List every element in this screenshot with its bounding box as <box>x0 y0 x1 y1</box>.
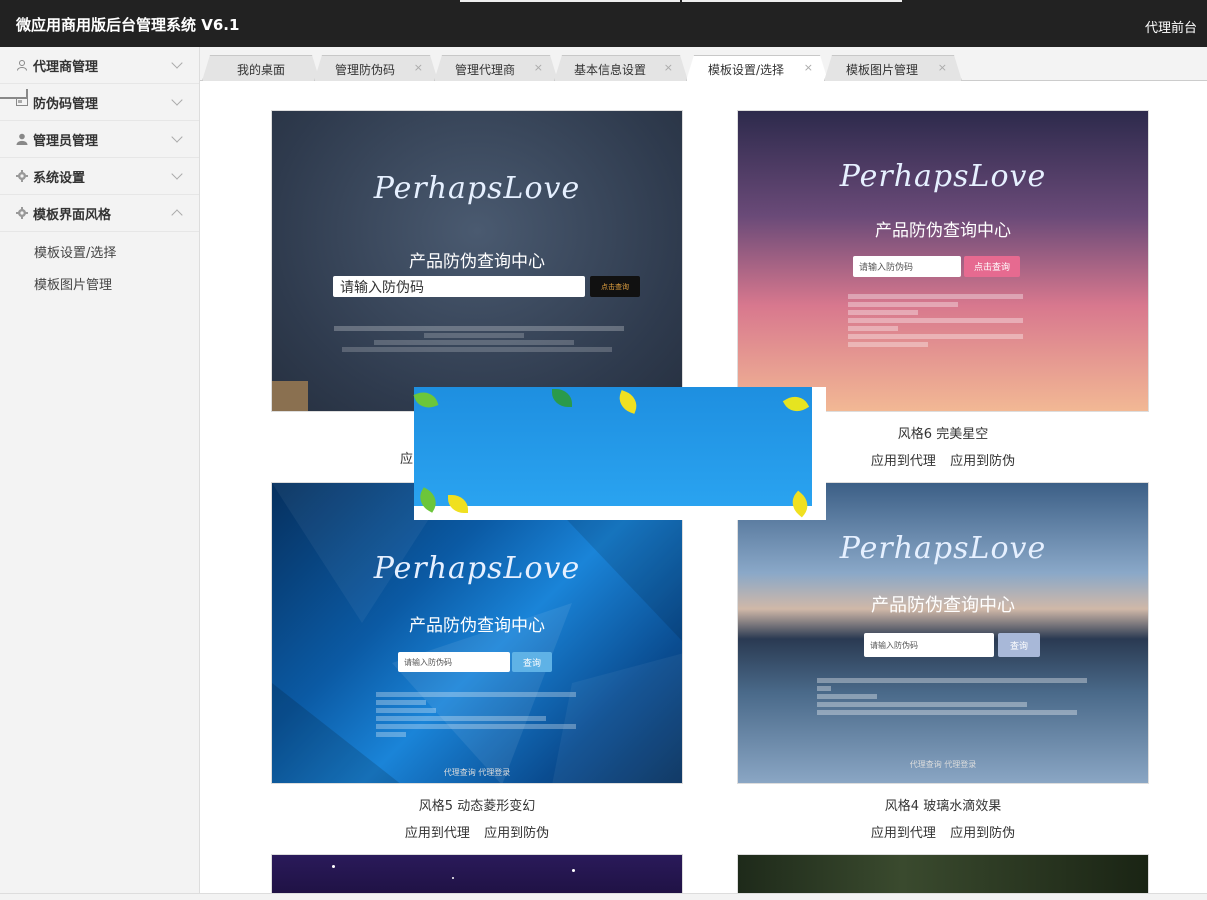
chevron-down-icon <box>171 57 183 69</box>
template-decoration <box>272 381 308 411</box>
tab-label: 基本信息设置 <box>573 63 646 77</box>
template-code-input: 请输入防伪码 <box>853 256 961 277</box>
template-code-input: 请输入防伪码 <box>864 633 994 657</box>
leaf-icon <box>448 495 468 513</box>
submenu-item-template-images[interactable]: 模板图片管理 <box>0 270 199 302</box>
header-accent-line <box>682 0 902 2</box>
template-footer-links: 代理查询 代理登录 <box>443 768 511 777</box>
template-actions: 应用到代理 应用到防伪 <box>271 822 683 841</box>
sidebar-item-admin-management[interactable]: 管理员管理 <box>0 121 199 158</box>
leaf-icon <box>552 389 572 407</box>
tab-template-select[interactable]: 模板设置/选择 × <box>686 55 828 81</box>
template-heading: 产品防伪查询中心 <box>409 252 545 272</box>
sidebar-item-label: 模板界面风格 <box>33 207 112 223</box>
template-description <box>376 689 586 740</box>
close-icon[interactable]: × <box>804 61 813 74</box>
template-code-input: 请输入防伪码 <box>333 276 585 297</box>
card-icon <box>16 96 28 108</box>
template-heading: 产品防伪查询中心 <box>409 616 545 636</box>
tab-template-images[interactable]: 模板图片管理 × <box>824 55 962 81</box>
user-outline-icon <box>16 59 28 71</box>
apply-to-anticounterfeit-link[interactable]: 应用到防伪 <box>484 826 549 841</box>
sidebar-item-label: 系统设置 <box>33 170 86 186</box>
status-strip <box>0 893 1207 900</box>
tab-manage-agents[interactable]: 管理代理商 × <box>434 55 558 81</box>
template-description <box>334 324 634 354</box>
header-accent-line <box>460 0 680 2</box>
tab-bar: 我的桌面 管理防伪码 × 管理代理商 × 基本信息设置 × 模板设置/选择 × … <box>200 47 1207 81</box>
agent-front-link[interactable]: 代理前台 <box>1145 17 1197 36</box>
apply-to-agent-link[interactable]: 应用到代理 <box>405 826 470 841</box>
leaf-icon <box>413 388 439 412</box>
tab-label: 管理防伪码 <box>334 63 395 77</box>
tab-label: 我的桌面 <box>236 63 285 77</box>
template-query-button: 查询 <box>512 652 552 672</box>
leaf-icon <box>782 391 810 417</box>
template-description <box>848 291 1038 350</box>
tab-label: 管理代理商 <box>454 63 515 77</box>
template-heading: 产品防伪查询中心 <box>871 595 1015 616</box>
apply-to-agent-link[interactable]: 应用到代理 <box>871 826 936 841</box>
template-logo: PerhapsLove <box>373 551 581 586</box>
sidebar-item-code-management[interactable]: 防伪码管理 <box>0 84 199 121</box>
template-preview[interactable]: PerhapsLove 产品防伪查询中心 请输入防伪码 点击查询 <box>271 110 683 412</box>
chevron-down-icon <box>171 131 183 143</box>
chevron-down-icon <box>171 94 183 106</box>
sidebar-item-agent-management[interactable]: 代理商管理 <box>0 47 199 84</box>
template-actions: 应用到代理 应用到防伪 <box>737 822 1149 841</box>
template-caption-partial: 应 <box>400 452 414 467</box>
close-icon[interactable]: × <box>414 61 423 74</box>
template-caption: 风格5 动态菱形变幻 <box>418 799 536 814</box>
sidebar: 代理商管理 防伪码管理 管理员管理 系统设置 模板界面风格 模板设置/选择 模板… <box>0 47 200 900</box>
sidebar-item-label: 管理员管理 <box>33 133 99 149</box>
template-query-button: 点击查询 <box>964 256 1020 277</box>
floating-preview-banner <box>413 387 826 520</box>
template-description <box>817 675 1097 718</box>
chevron-up-icon <box>171 209 183 221</box>
template-preview[interactable]: PerhapsLove 产品防伪查询中心 请输入防伪码 查询 代理查询 代理登录 <box>271 482 683 784</box>
close-icon[interactable]: × <box>664 61 673 74</box>
tab-label: 模板图片管理 <box>845 63 918 77</box>
tab-basic-info-settings[interactable]: 基本信息设置 × <box>554 55 688 81</box>
tab-label: 模板设置/选择 <box>707 63 785 77</box>
template-preview[interactable]: PerhapsLove 产品防伪查询中心 请输入防伪码 点击查询 <box>737 110 1149 412</box>
apply-to-agent-link[interactable]: 应用到代理 <box>871 454 936 469</box>
apply-to-anticounterfeit-link[interactable]: 应用到防伪 <box>950 826 1015 841</box>
close-icon[interactable]: × <box>938 61 947 74</box>
submenu-item-template-select[interactable]: 模板设置/选择 <box>0 238 199 270</box>
template-logo: PerhapsLove <box>839 531 1047 566</box>
template-query-button: 查询 <box>998 633 1040 657</box>
top-header-bar: 微应用商用版后台管理系统 V6.1 代理前台 <box>0 0 1207 47</box>
template-heading: 产品防伪查询中心 <box>875 221 1011 241</box>
apply-to-anticounterfeit-link[interactable]: 应用到防伪 <box>950 454 1015 469</box>
sidebar-item-system-settings[interactable]: 系统设置 <box>0 158 199 195</box>
sidebar-item-template-style[interactable]: 模板界面风格 <box>0 195 199 232</box>
leaf-icon <box>786 490 814 518</box>
leaf-icon <box>414 487 442 513</box>
template-footer-links: 代理查询 代理登录 <box>909 760 977 769</box>
chevron-down-icon <box>171 168 183 180</box>
app-title: 微应用商用版后台管理系统 V6.1 <box>16 16 240 34</box>
leaf-icon <box>615 390 641 414</box>
template-code-input: 请输入防伪码 <box>398 652 510 672</box>
template-logo: PerhapsLove <box>839 159 1047 194</box>
sidebar-item-label: 代理商管理 <box>33 59 99 75</box>
gear-icon <box>16 170 28 182</box>
sidebar-item-label: 防伪码管理 <box>33 96 99 112</box>
close-icon[interactable]: × <box>534 61 543 74</box>
template-query-button: 点击查询 <box>590 276 640 297</box>
tab-manage-codes[interactable]: 管理防伪码 × <box>314 55 438 81</box>
submenu-template-style: 模板设置/选择 模板图片管理 <box>0 232 199 310</box>
template-logo: PerhapsLove <box>373 171 581 206</box>
gear-icon <box>16 207 28 219</box>
template-caption: 风格4 玻璃水滴效果 <box>884 799 1002 814</box>
user-icon <box>16 133 28 145</box>
tab-my-desktop[interactable]: 我的桌面 <box>202 55 320 81</box>
template-preview[interactable]: PerhapsLove 产品防伪查询中心 请输入防伪码 查询 代理查询 代理登录 <box>737 482 1149 784</box>
